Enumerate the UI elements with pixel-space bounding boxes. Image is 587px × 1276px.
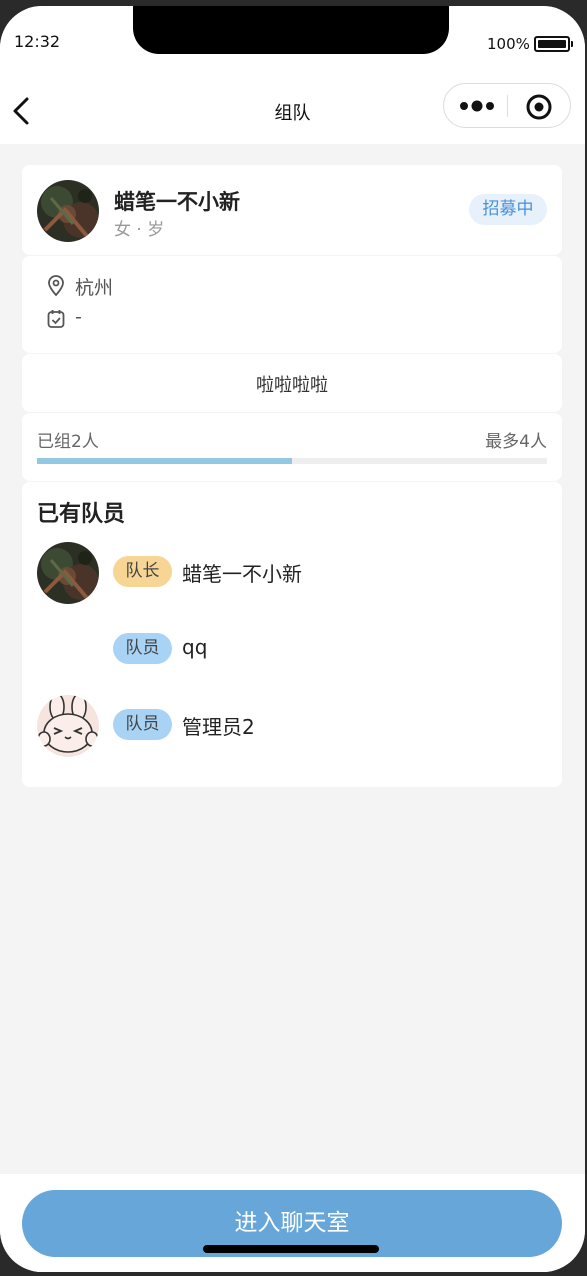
- calendar-check-icon: [47, 310, 65, 328]
- status-time: 12:32: [14, 32, 61, 51]
- description-card: 啦啦啦啦: [22, 354, 562, 412]
- member-name: 蜡笔一不小新: [182, 562, 302, 586]
- members-section-title: 已有队员: [37, 502, 126, 527]
- info-card: 杭州 -: [22, 256, 562, 353]
- leader-card[interactable]: 蜡笔一不小新 女 · 岁 招募中: [22, 165, 562, 255]
- target-circle-icon: [526, 94, 552, 120]
- leader-avatar[interactable]: [37, 180, 99, 242]
- description-text: 啦啦啦啦: [256, 375, 328, 396]
- role-tag-leader: 队长: [113, 556, 172, 587]
- phone-screen: 12:32 100% 组队 蜡笔一不小新 女 · 岁 招募中 杭州 - 啦啦啦啦…: [0, 6, 585, 1272]
- progress-fill: [37, 458, 292, 464]
- leader-gender-age: 女 · 岁: [114, 220, 165, 240]
- member-name: qq: [182, 635, 208, 659]
- dark-photo-avatar-image: [37, 180, 99, 242]
- leader-name: 蜡笔一不小新: [114, 190, 240, 214]
- date-text: -: [75, 306, 82, 328]
- member-avatar[interactable]: [37, 695, 99, 757]
- location-pin-icon: [48, 275, 64, 297]
- bottom-bar: 进入聊天室: [0, 1174, 585, 1272]
- progress-bar: [37, 458, 547, 464]
- member-row[interactable]: 队员 qq: [37, 619, 547, 683]
- status-bar: 12:32 100%: [0, 6, 585, 76]
- location-text: 杭州: [75, 277, 114, 299]
- home-indicator: [203, 1245, 379, 1253]
- notch: [133, 6, 449, 54]
- navigation-bar: 组队: [0, 76, 585, 144]
- cartoon-rabbit-avatar-image: [37, 695, 99, 757]
- member-row[interactable]: 队员 管理员2: [37, 695, 547, 759]
- battery-percent: 100%: [487, 35, 530, 53]
- max-count: 最多4人: [485, 432, 547, 452]
- dark-photo-avatar-image: [37, 542, 99, 604]
- battery-icon: [534, 36, 573, 52]
- status-badge: 招募中: [469, 194, 547, 225]
- mini-program-capsule: [443, 83, 571, 128]
- members-card: 已有队员 队长 蜡笔一不小新 队员 qq 队员 管理员2: [22, 482, 562, 787]
- role-tag-member: 队员: [113, 709, 172, 740]
- role-tag-member: 队员: [113, 633, 172, 664]
- member-name: 管理员2: [182, 715, 255, 739]
- capsule-divider: [507, 95, 508, 117]
- member-avatar[interactable]: [37, 542, 99, 604]
- joined-count: 已组2人: [37, 432, 99, 452]
- close-miniprogram-button[interactable]: [524, 92, 554, 122]
- progress-card: 已组2人 最多4人: [22, 413, 562, 481]
- more-dots-icon: [460, 100, 494, 112]
- member-row[interactable]: 队长 蜡笔一不小新: [37, 542, 547, 606]
- more-button[interactable]: [456, 94, 498, 118]
